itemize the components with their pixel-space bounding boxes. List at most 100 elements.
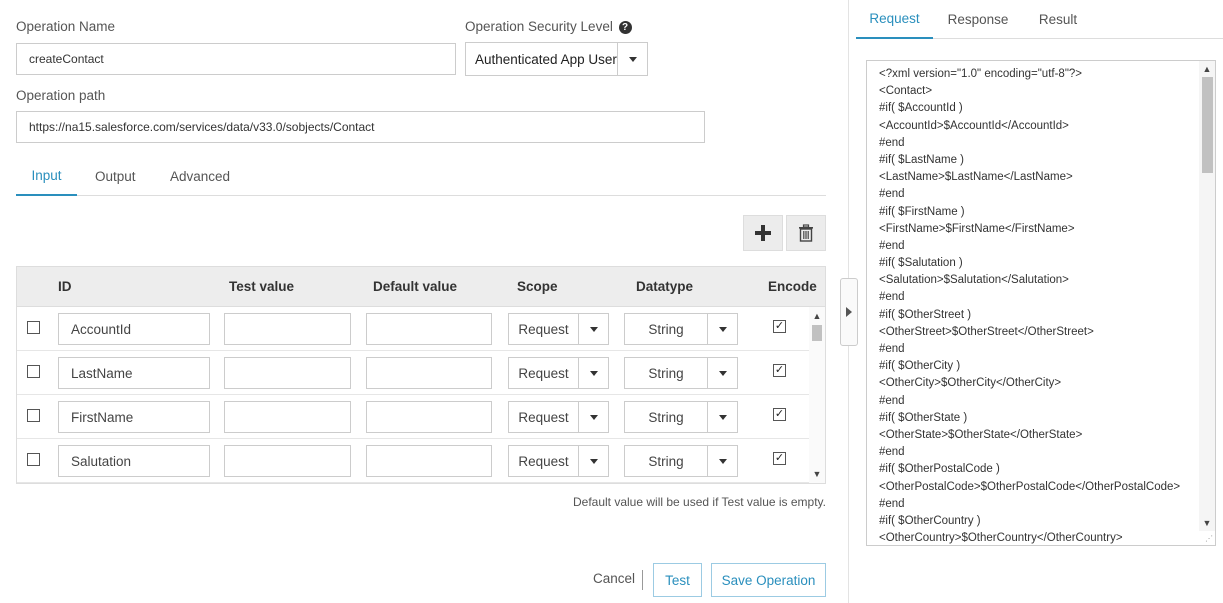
- code-line: #if( $FirstName ): [879, 205, 965, 218]
- operation-path-value: https://na15.salesforce.com/services/dat…: [29, 120, 375, 134]
- table-scrollbar[interactable]: ▲ ▼: [809, 307, 825, 483]
- id-input[interactable]: LastName: [58, 357, 210, 389]
- security-level-label: Operation Security Level ?: [465, 19, 632, 34]
- divider: [642, 570, 643, 590]
- datatype-select[interactable]: String: [624, 401, 738, 433]
- test-value-input[interactable]: [224, 445, 351, 477]
- scope-value: Request: [518, 453, 569, 469]
- request-body-scrollbar[interactable]: ▲ ▼: [1199, 61, 1215, 531]
- code-line: #if( $AccountId ): [879, 102, 963, 115]
- encode-checkbox[interactable]: ✓: [773, 452, 786, 465]
- scrollbar-thumb[interactable]: [812, 325, 822, 341]
- table-header: ID Test value Default value Scope Dataty…: [17, 267, 825, 307]
- code-line: #if( $OtherState ): [879, 411, 968, 424]
- encode-checkbox[interactable]: ✓: [773, 320, 786, 333]
- scope-value: Request: [518, 321, 569, 337]
- header-id: ID: [58, 279, 72, 294]
- chevron-down-icon: [578, 446, 608, 476]
- id-input[interactable]: Salutation: [58, 445, 210, 477]
- row-select-checkbox[interactable]: [27, 365, 40, 378]
- scope-select[interactable]: Request: [508, 445, 609, 477]
- security-level-value: Authenticated App User: [475, 51, 617, 67]
- chevron-down-icon[interactable]: ▼: [809, 467, 825, 481]
- code-line: <OtherState>$OtherState</OtherState>: [879, 428, 1083, 441]
- request-body-editor[interactable]: <?xml version="1.0" encoding="utf-8"?> <…: [866, 60, 1216, 546]
- encode-checkbox[interactable]: ✓: [773, 364, 786, 377]
- resize-handle-icon[interactable]: ⋰: [1205, 535, 1213, 543]
- test-value-input[interactable]: [224, 401, 351, 433]
- chevron-down-icon[interactable]: [617, 43, 647, 75]
- chevron-up-icon[interactable]: ▲: [809, 309, 825, 323]
- row-select-checkbox[interactable]: [27, 453, 40, 466]
- code-line: #if( $OtherCity ): [879, 360, 961, 373]
- encode-checkbox[interactable]: ✓: [773, 408, 786, 421]
- scope-select[interactable]: Request: [508, 357, 609, 389]
- chevron-up-icon[interactable]: ▲: [1199, 62, 1215, 76]
- input-output-tabs: Input Output Advanced: [16, 156, 826, 196]
- default-value-input[interactable]: [366, 313, 492, 345]
- scope-value: Request: [518, 409, 569, 425]
- tab-output[interactable]: Output: [95, 156, 136, 196]
- code-line: #end: [879, 394, 905, 407]
- code-line: #end: [879, 343, 905, 355]
- header-encode: Encode: [768, 279, 817, 294]
- test-value-input[interactable]: [224, 313, 351, 345]
- header-scope: Scope: [517, 279, 558, 294]
- trash-icon: [799, 224, 813, 242]
- code-line: #if( $OtherPostalCode ): [879, 463, 1000, 476]
- tab-request[interactable]: Request: [856, 0, 933, 39]
- datatype-value: String: [648, 409, 684, 425]
- row-select-checkbox[interactable]: [27, 409, 40, 422]
- id-input[interactable]: FirstName: [58, 401, 210, 433]
- scrollbar-thumb[interactable]: [1202, 77, 1213, 173]
- tab-advanced[interactable]: Advanced: [170, 156, 230, 196]
- code-line: #end: [879, 239, 905, 252]
- tab-input[interactable]: Input: [16, 156, 77, 196]
- request-response-tabs: Request Response Result: [856, 0, 1223, 39]
- tab-response[interactable]: Response: [938, 0, 1018, 39]
- code-line: #end: [879, 497, 905, 510]
- default-value-input[interactable]: [366, 445, 492, 477]
- default-value-input[interactable]: [366, 401, 492, 433]
- table-row: AccountId Request String ✓: [17, 307, 809, 351]
- delete-parameter-button[interactable]: [786, 215, 826, 251]
- security-level-select[interactable]: Authenticated App User: [465, 42, 648, 76]
- add-parameter-button[interactable]: [743, 215, 783, 251]
- collapse-panel-button[interactable]: [840, 278, 858, 346]
- request-body-lines: <?xml version="1.0" encoding="utf-8"?> <…: [879, 66, 1180, 545]
- row-select-checkbox[interactable]: [27, 321, 40, 334]
- test-button[interactable]: Test: [653, 563, 702, 597]
- chevron-down-icon: [578, 358, 608, 388]
- chevron-down-icon: [707, 402, 737, 432]
- operation-name-label: Operation Name: [16, 19, 116, 34]
- question-circle-icon[interactable]: ?: [618, 21, 632, 34]
- cancel-button[interactable]: Cancel: [593, 571, 635, 586]
- code-line: <Salutation>$Salutation</Salutation>: [879, 274, 1069, 287]
- code-line: <OtherCountry>$OtherCountry</OtherCountr…: [879, 532, 1123, 545]
- test-value-input[interactable]: [224, 357, 351, 389]
- save-operation-button[interactable]: Save Operation: [711, 563, 826, 597]
- datatype-select[interactable]: String: [624, 313, 738, 345]
- table-row: FirstName Request String ✓: [17, 395, 809, 439]
- default-value-input[interactable]: [366, 357, 492, 389]
- operation-name-value: createContact: [29, 52, 104, 66]
- scope-select[interactable]: Request: [508, 313, 609, 345]
- code-line: <OtherStreet>$OtherStreet</OtherStreet>: [879, 325, 1094, 338]
- security-level-label-text: Operation Security Level: [465, 19, 613, 34]
- header-test-value: Test value: [229, 279, 295, 294]
- datatype-select[interactable]: String: [624, 445, 738, 477]
- chevron-down-icon: [578, 402, 608, 432]
- code-line: #end: [879, 188, 905, 201]
- id-input[interactable]: AccountId: [58, 313, 210, 345]
- chevron-down-icon[interactable]: ▼: [1199, 516, 1215, 530]
- scope-select[interactable]: Request: [508, 401, 609, 433]
- header-datatype: Datatype: [636, 279, 694, 294]
- code-line: #end: [879, 446, 905, 459]
- datatype-value: String: [648, 453, 684, 469]
- tab-result[interactable]: Result: [1023, 0, 1093, 39]
- chevron-down-icon: [707, 446, 737, 476]
- operation-path-input[interactable]: https://na15.salesforce.com/services/dat…: [16, 111, 705, 143]
- datatype-select[interactable]: String: [624, 357, 738, 389]
- table-row: Salutation Request String ✓: [17, 439, 809, 483]
- operation-name-input[interactable]: createContact: [16, 43, 456, 75]
